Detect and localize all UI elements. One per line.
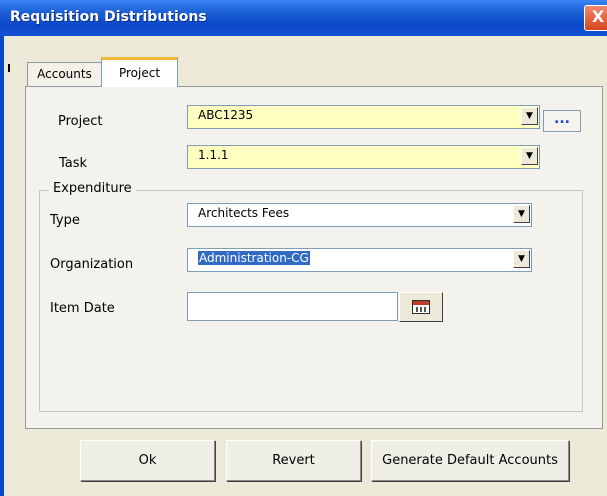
close-icon: X	[591, 7, 605, 26]
close-button[interactable]: X	[584, 5, 607, 31]
revert-button[interactable]: Revert	[226, 440, 361, 481]
item-date-input[interactable]	[187, 292, 398, 321]
ellipsis-icon: ...	[554, 111, 570, 127]
type-label: Type	[50, 213, 80, 228]
chevron-down-icon: ▼	[526, 151, 533, 161]
expenditure-group-label: Expenditure	[49, 181, 136, 196]
task-dropdown-button[interactable]: ▼	[521, 147, 538, 165]
calendar-button[interactable]	[399, 292, 443, 322]
organization-value: Administration-CG	[198, 251, 310, 265]
tab-project[interactable]: Project	[101, 57, 178, 87]
tab-project-label: Project	[118, 66, 161, 80]
project-label: Project	[58, 114, 103, 129]
task-label: Task	[59, 156, 88, 171]
type-dropdown-button[interactable]: ▼	[513, 205, 530, 223]
task-value: 1.1.1	[198, 148, 229, 162]
generate-default-accounts-button[interactable]: Generate Default Accounts	[371, 440, 569, 481]
chevron-down-icon: ▼	[526, 111, 533, 121]
task-combo[interactable]: 1.1.1 ▼	[187, 145, 540, 169]
frame-tick	[8, 64, 10, 72]
chevron-down-icon: ▼	[518, 254, 525, 264]
chevron-down-icon: ▼	[518, 209, 525, 219]
title-bar: Requisition Distributions X	[0, 0, 607, 36]
tab-accounts[interactable]: Accounts	[27, 62, 102, 86]
calendar-icon	[412, 300, 430, 314]
tab-accounts-label: Accounts	[37, 67, 92, 81]
type-combo[interactable]: Architects Fees ▼	[187, 203, 532, 227]
type-value: Architects Fees	[198, 206, 290, 220]
item-date-label: Item Date	[50, 301, 115, 316]
window-frame-left	[0, 36, 4, 496]
project-combo[interactable]: ABC1235 ▼	[187, 105, 540, 129]
organization-dropdown-button[interactable]: ▼	[513, 250, 530, 268]
project-value: ABC1235	[198, 108, 254, 122]
project-lov-button[interactable]: ...	[543, 110, 581, 132]
organization-label: Organization	[50, 257, 134, 272]
project-dropdown-button[interactable]: ▼	[521, 107, 538, 125]
window-title: Requisition Distributions	[10, 9, 207, 25]
ok-button[interactable]: Ok	[80, 440, 215, 481]
organization-combo[interactable]: Administration-CG ▼	[187, 248, 532, 272]
